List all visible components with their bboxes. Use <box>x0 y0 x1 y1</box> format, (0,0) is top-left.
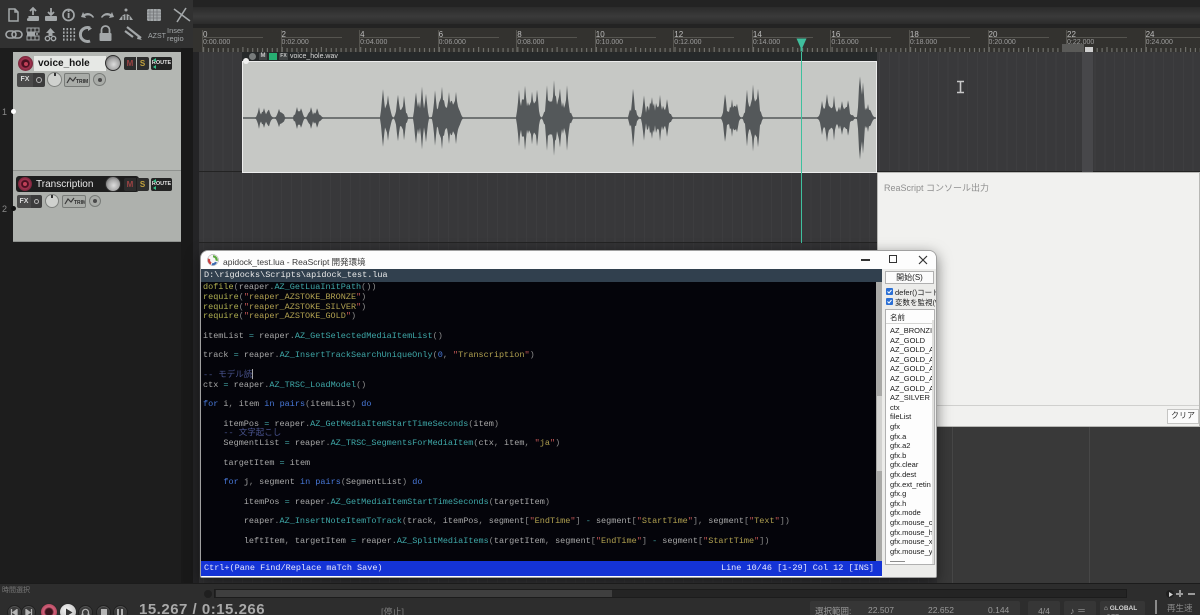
svg-text:regio: regio <box>167 34 184 43</box>
svg-text:TRIM: TRIM <box>76 79 88 85</box>
svg-text:TRIM: TRIM <box>74 200 85 206</box>
svg-text:AZST: AZST <box>148 33 167 40</box>
